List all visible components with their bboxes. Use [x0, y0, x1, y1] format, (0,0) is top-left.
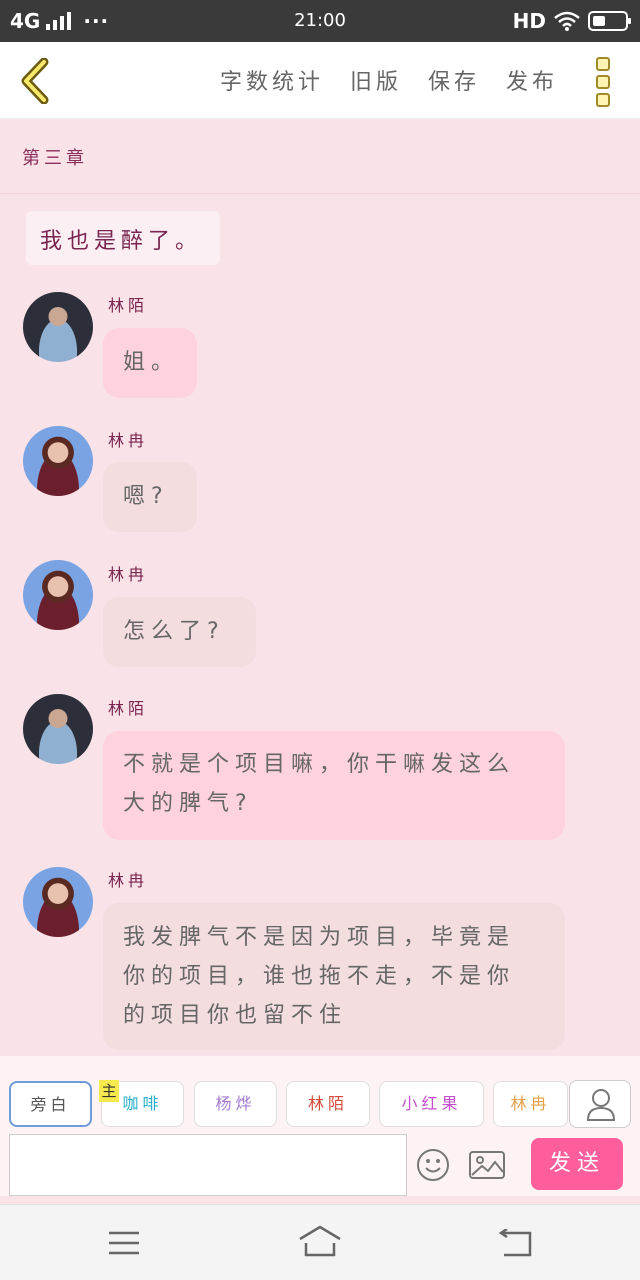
role-chip-linmo[interactable]: 林陌	[286, 1081, 370, 1127]
save-button[interactable]: 保存	[428, 64, 480, 96]
message-line: 大的脾气?	[123, 791, 253, 816]
avatar-linmo[interactable]	[23, 694, 93, 764]
role-chip-yangye[interactable]: 杨烨	[194, 1081, 277, 1127]
top-toolbar: 字数统计 旧版 保存 发布	[0, 42, 640, 119]
message-line: 你的项目，谁也拖不走，不是你	[123, 964, 516, 989]
system-nav-bar	[0, 1204, 640, 1280]
avatar-linran[interactable]	[23, 867, 93, 937]
message-bubble[interactable]: 我发脾气不是因为项目，毕竟是 你的项目，谁也拖不走，不是你 的项目你也留不住	[103, 903, 565, 1050]
send-button[interactable]: 发送	[531, 1138, 623, 1190]
old-version-button[interactable]: 旧版	[350, 64, 402, 96]
more-menu-icon[interactable]	[596, 57, 612, 107]
wifi-icon	[554, 11, 580, 31]
chapter-header: 第三章	[0, 120, 640, 194]
nav-back-icon[interactable]	[498, 1229, 532, 1257]
word-count-button[interactable]: 字数统计	[220, 64, 324, 96]
main-role-tag: 主	[99, 1080, 119, 1102]
role-chip-xiaohongguo[interactable]: 小红果	[379, 1081, 484, 1127]
speaker-name: 林冉	[108, 565, 149, 584]
publish-button[interactable]: 发布	[506, 64, 558, 96]
avatar-linran[interactable]	[23, 426, 93, 496]
narration-text: 我也是醉了。	[40, 229, 203, 254]
message-bubble[interactable]: 不就是个项目嘛，你干嘛发这么 大的脾气?	[103, 731, 565, 840]
hd-label: HD	[512, 9, 546, 33]
image-icon[interactable]	[468, 1148, 506, 1182]
message-line: 不就是个项目嘛，你干嘛发这么	[123, 752, 516, 777]
message-line: 嗯?	[123, 484, 169, 509]
message-line: 姐。	[123, 350, 180, 375]
speaker-name: 林陌	[108, 296, 149, 315]
toolbar-actions: 字数统计 旧版 保存 发布	[220, 64, 558, 96]
message-bubble[interactable]: 怎么了?	[103, 597, 256, 667]
role-chip-linran[interactable]: 林冉	[493, 1081, 568, 1127]
role-chip-narrator[interactable]: 旁白	[9, 1081, 92, 1127]
back-chevron-icon[interactable]	[16, 58, 56, 104]
avatar-linran[interactable]	[23, 560, 93, 630]
nav-menu-icon[interactable]	[108, 1231, 140, 1255]
speaker-name: 林陌	[108, 699, 149, 718]
message-bubble[interactable]: 姐。	[103, 328, 197, 398]
nav-home-icon[interactable]	[298, 1225, 342, 1257]
message-line: 怎么了?	[123, 619, 225, 644]
avatar-linmo[interactable]	[23, 292, 93, 362]
status-right: HD	[512, 9, 631, 33]
battery-icon	[588, 11, 631, 31]
message-bubble[interactable]: 嗯?	[103, 462, 197, 532]
status-bar: 4G ··· 21:00 HD	[0, 0, 640, 42]
emoji-icon[interactable]	[416, 1148, 450, 1182]
chapter-title[interactable]: 第三章	[22, 144, 88, 170]
message-line: 的项目你也留不住	[123, 1003, 348, 1028]
narration-bubble[interactable]: 我也是醉了。	[26, 211, 220, 265]
speaker-name: 林冉	[108, 431, 149, 450]
speaker-name: 林冉	[108, 871, 149, 890]
message-line: 我发脾气不是因为项目，毕竟是	[123, 925, 516, 950]
message-input[interactable]	[9, 1134, 407, 1196]
person-icon[interactable]	[569, 1080, 631, 1128]
